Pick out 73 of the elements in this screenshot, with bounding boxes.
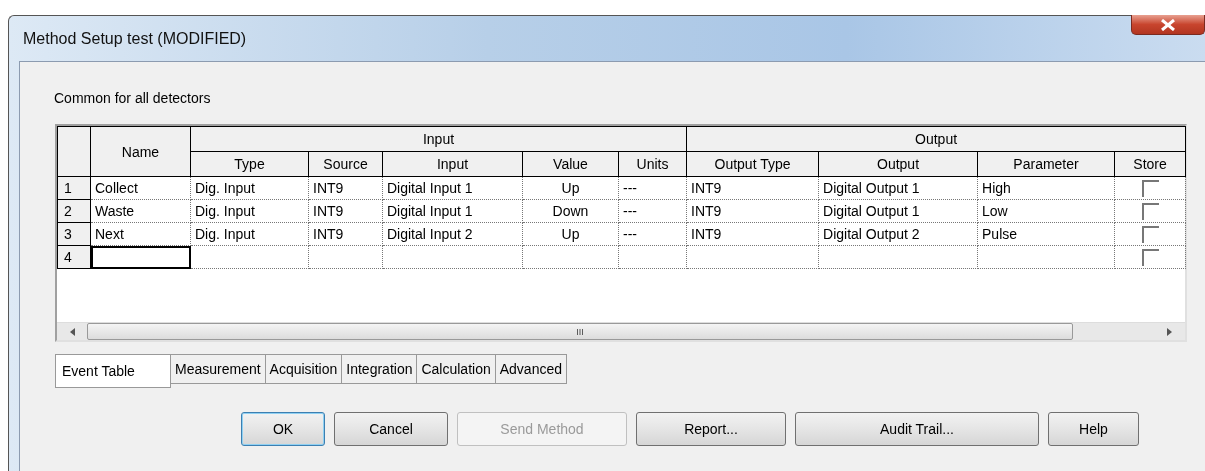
tab[interactable]: Acquisition [265,354,343,384]
row-number: 4 [57,245,91,269]
window-title: Method Setup test (MODIFIED) [23,29,247,48]
close-button[interactable] [1131,15,1205,35]
table-cell[interactable]: Down [522,199,619,223]
store-checkbox[interactable] [1141,226,1159,243]
table-cell[interactable]: Digital Input 1 [382,199,523,223]
column-header: Name [90,126,191,177]
column-header: Parameter [977,151,1115,177]
dialog-button[interactable]: Cancel [334,412,448,446]
close-icon [1160,18,1176,31]
table-cell[interactable]: Dig. Input [190,176,309,200]
table-cell[interactable]: --- [618,222,687,246]
tab[interactable]: Integration [342,354,418,384]
tab[interactable]: Measurement [171,354,266,384]
group-header: Output [686,126,1186,152]
table-cell[interactable]: Up [522,222,619,246]
table-cell[interactable] [190,245,309,269]
table-cell[interactable] [818,245,978,269]
table-cell[interactable]: Digital Output 1 [818,176,978,200]
table-cell[interactable]: Digital Input 2 [382,222,523,246]
table-cell[interactable]: INT9 [686,222,819,246]
table-cell[interactable]: INT9 [308,199,383,223]
table-cell[interactable]: High [977,176,1115,200]
table-cell[interactable]: INT9 [686,199,819,223]
tab[interactable]: Event Table [55,354,171,388]
table-cell[interactable]: Next [90,222,191,246]
table-cell[interactable]: INT9 [686,176,819,200]
table-cell[interactable]: Digital Output 1 [818,199,978,223]
table-cell[interactable]: Waste [90,199,191,223]
column-header: Input [382,151,523,177]
table-cell[interactable]: Digital Input 1 [382,176,523,200]
table-cell[interactable]: INT9 [308,222,383,246]
table-cell[interactable]: INT9 [308,176,383,200]
scroll-thumb[interactable]: III [87,323,1073,340]
column-header: Output Type [686,151,819,177]
store-checkbox[interactable] [1141,203,1159,220]
store-checkbox[interactable] [1141,180,1159,197]
horizontal-scrollbar[interactable]: III [57,322,1185,340]
table-cell[interactable]: --- [618,199,687,223]
table-cell[interactable]: Low [977,199,1115,223]
table-cell[interactable] [977,245,1115,269]
tab[interactable]: Calculation [417,354,496,384]
table-cell[interactable] [382,245,523,269]
table-cell[interactable] [90,245,191,269]
table-cell[interactable] [618,245,687,269]
table-cell[interactable]: Collect [90,176,191,200]
group-header: Input [190,126,687,152]
column-header: Type [190,151,309,177]
column-header: Value [522,151,619,177]
scroll-right-icon[interactable] [1166,327,1172,336]
table-cell[interactable] [308,245,383,269]
table-cell[interactable]: --- [618,176,687,200]
table-cell[interactable]: Dig. Input [190,199,309,223]
section-label: Common for all detectors [54,90,212,106]
row-number: 2 [57,199,91,223]
row-number: 3 [57,222,91,246]
dialog-button[interactable]: Help [1048,412,1139,446]
table-cell[interactable]: Dig. Input [190,222,309,246]
table-cell[interactable] [686,245,819,269]
tab[interactable]: Advanced [495,354,567,384]
column-header: Output [818,151,978,177]
dialog-button[interactable]: OK [241,412,325,446]
scroll-left-icon[interactable] [69,327,75,336]
table-cell[interactable]: Up [522,176,619,200]
dialog-button[interactable]: Report... [636,412,786,446]
table-cell[interactable] [522,245,619,269]
table-cell[interactable]: Digital Output 2 [818,222,978,246]
corner-header [57,126,91,177]
row-number: 1 [57,176,91,200]
store-checkbox[interactable] [1141,249,1159,266]
dialog-button[interactable]: Audit Trail... [795,412,1039,446]
table-cell[interactable]: Pulse [977,222,1115,246]
